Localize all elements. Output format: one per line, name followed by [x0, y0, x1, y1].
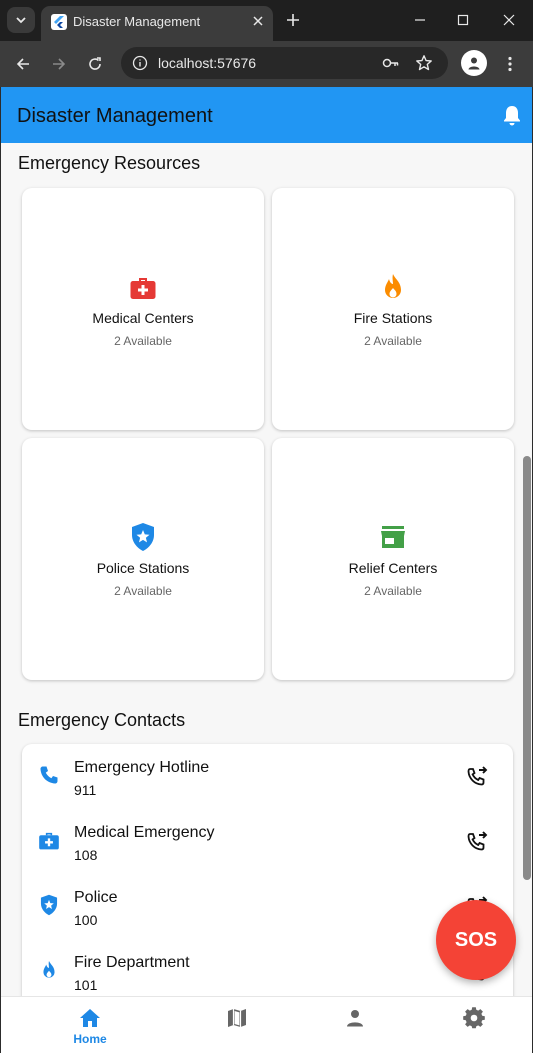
phone-icon — [38, 764, 60, 786]
store-icon — [378, 522, 408, 552]
contact-name: Emergency Hotline — [74, 759, 210, 776]
minimize-icon — [415, 19, 425, 21]
app-title: Disaster Management — [17, 105, 213, 127]
contact-number: 911 — [74, 782, 97, 798]
resource-card-relief[interactable]: Relief Centers 2 Available — [272, 438, 514, 680]
contact-number: 101 — [74, 977, 98, 993]
notification-bell-icon[interactable] — [501, 104, 523, 126]
tab-title: Disaster Management — [73, 14, 201, 29]
tab-close-icon[interactable] — [248, 11, 268, 31]
settings-icon — [462, 1006, 486, 1030]
resource-name: Fire Stations — [353, 310, 433, 326]
medical-kit-icon — [38, 829, 60, 851]
resource-availability: 2 Available — [114, 584, 172, 598]
chevron-down-icon — [16, 17, 26, 24]
contact-number: 100 — [74, 912, 98, 928]
medical-kit-icon — [128, 272, 158, 302]
address-bar[interactable]: localhost:57676 — [121, 47, 448, 79]
resource-availability: 2 Available — [364, 334, 422, 348]
map-icon — [225, 1006, 249, 1030]
resource-name: Police Stations — [96, 560, 190, 576]
url-text: localhost:57676 — [158, 55, 257, 71]
app-viewport: Disaster Management Emergency Resources … — [0, 87, 533, 1053]
plus-icon — [287, 14, 299, 26]
site-info-icon[interactable] — [130, 53, 150, 73]
maximize-button[interactable] — [450, 8, 476, 32]
resource-card-police[interactable]: Police Stations 2 Available — [22, 438, 264, 680]
maximize-icon — [457, 14, 469, 26]
reload-button[interactable] — [82, 51, 108, 77]
close-window-button[interactable] — [496, 8, 522, 32]
phone-forwarded-icon[interactable] — [464, 763, 490, 789]
contact-emergency-hotline[interactable]: Emergency Hotline 911 — [22, 744, 513, 809]
browser-toolbar: localhost:57676 — [0, 41, 533, 87]
contact-medical-emergency[interactable]: Medical Emergency 108 — [22, 809, 513, 874]
police-shield-icon — [38, 894, 60, 916]
contact-name: Fire Department — [74, 954, 190, 971]
tab-search-button[interactable] — [7, 7, 35, 33]
contacts-section-title: Emergency Contacts — [18, 710, 186, 730]
nav-item-home[interactable]: Home — [24, 997, 156, 1053]
profile-avatar-icon[interactable] — [461, 50, 487, 76]
flutter-favicon-icon — [51, 14, 67, 30]
contact-number: 108 — [74, 847, 98, 863]
page-scrollbar[interactable] — [523, 456, 531, 880]
police-shield-icon — [128, 522, 158, 552]
browser-menu-icon[interactable] — [500, 51, 520, 77]
person-icon — [343, 1006, 367, 1030]
close-icon — [503, 14, 515, 26]
back-button[interactable] — [10, 51, 36, 77]
arrow-left-icon — [16, 58, 29, 70]
contact-name: Police — [74, 889, 118, 906]
home-icon — [78, 1006, 102, 1030]
nav-item-map[interactable] — [171, 997, 303, 1053]
arrow-right-icon — [53, 58, 66, 70]
bookmark-star-icon[interactable] — [414, 53, 434, 73]
browser-tab[interactable]: Disaster Management — [41, 6, 273, 41]
new-tab-button[interactable] — [281, 8, 305, 32]
resource-card-medical[interactable]: Medical Centers 2 Available — [22, 188, 264, 430]
contact-name: Medical Emergency — [74, 824, 215, 841]
bottom-navigation: Home — [1, 996, 532, 1053]
forward-button[interactable] — [46, 51, 72, 77]
sos-button[interactable]: SOS — [436, 900, 516, 980]
resources-section-title: Emergency Resources — [18, 153, 201, 173]
fire-icon — [378, 272, 408, 302]
browser-tab-strip: Disaster Management — [0, 0, 533, 41]
minimize-button[interactable] — [407, 8, 433, 32]
resource-card-fire[interactable]: Fire Stations 2 Available — [272, 188, 514, 430]
resource-name: Medical Centers — [92, 310, 194, 326]
resource-availability: 2 Available — [364, 584, 422, 598]
reload-icon — [89, 57, 101, 70]
resource-availability: 2 Available — [114, 334, 172, 348]
password-key-icon[interactable] — [381, 53, 401, 73]
nav-label: Home — [73, 1032, 107, 1046]
app-bar: Disaster Management — [1, 87, 532, 143]
fire-icon — [38, 959, 60, 981]
nav-item-profile[interactable] — [289, 997, 421, 1053]
resource-name: Relief Centers — [348, 560, 438, 576]
nav-item-settings[interactable] — [408, 997, 532, 1053]
phone-forwarded-icon[interactable] — [464, 828, 490, 854]
